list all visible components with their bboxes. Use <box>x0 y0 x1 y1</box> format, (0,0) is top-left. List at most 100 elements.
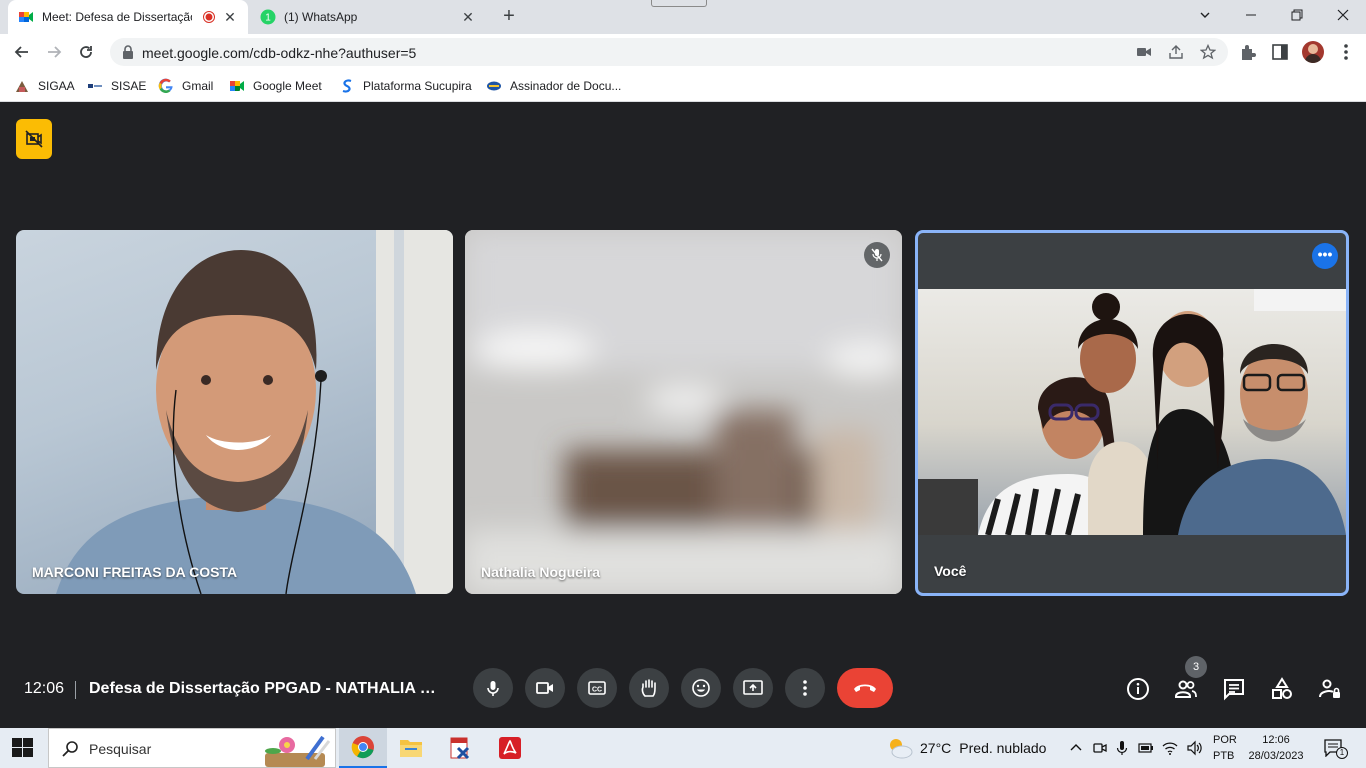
search-icon <box>62 741 78 757</box>
self-participant-tile[interactable]: ••• Você <box>915 230 1349 596</box>
back-button[interactable] <box>10 40 34 64</box>
extensions-puzzle-icon[interactable] <box>1238 42 1258 62</box>
activities-button[interactable] <box>1269 676 1295 702</box>
raise-hand-button[interactable] <box>629 668 669 708</box>
meeting-details-button[interactable] <box>1125 676 1151 702</box>
new-tab-button[interactable]: + <box>498 6 520 28</box>
leave-call-button[interactable] <box>837 668 893 708</box>
minimize-button[interactable] <box>1239 5 1263 27</box>
wifi-icon[interactable] <box>1162 740 1178 756</box>
meeting-clock: 12:06 <box>24 680 65 697</box>
divider <box>75 681 76 699</box>
recording-indicator[interactable] <box>16 119 52 159</box>
search-placeholder: Pesquisar <box>89 741 152 757</box>
emoji-reactions-button[interactable] <box>681 668 721 708</box>
side-panel-icon[interactable] <box>1270 42 1290 62</box>
present-screen-button[interactable] <box>733 668 773 708</box>
participants-count-badge: 3 <box>1185 656 1207 678</box>
weather-widget[interactable]: 27°C Pred. nublado <box>886 736 1046 760</box>
share-icon[interactable] <box>1168 44 1184 60</box>
google-meet-icon <box>230 81 244 91</box>
video-camera-icon <box>536 682 553 694</box>
reload-icon <box>80 46 92 58</box>
microphone-button[interactable] <box>473 668 513 708</box>
chevron-up-icon[interactable] <box>1068 740 1084 756</box>
bookmark-assinador[interactable]: Assinador de Docu... <box>486 76 621 96</box>
microphone-tray-icon[interactable] <box>1114 740 1130 756</box>
language-code: POR <box>1213 734 1237 746</box>
camera-in-use-icon[interactable] <box>1136 44 1152 60</box>
tab-meet[interactable]: Meet: Defesa de Dissertação ✕ <box>8 0 248 34</box>
forward-button[interactable] <box>42 40 66 64</box>
raise-hand-icon <box>641 679 656 697</box>
profile-avatar[interactable] <box>1302 41 1324 63</box>
chat-button[interactable] <box>1221 676 1247 702</box>
meet-call-area: MARCONI FREITAS DA COSTA Nathalia Noguei… <box>0 103 1366 728</box>
meeting-title[interactable]: Defesa de Dissertação PPGAD - NATHALIA N… <box>89 680 441 698</box>
reload-button[interactable] <box>74 40 98 64</box>
camera-button[interactable] <box>525 668 565 708</box>
battery-icon[interactable] <box>1138 740 1154 756</box>
notifications-button[interactable]: 1 <box>1324 739 1348 759</box>
people-button[interactable] <box>1173 676 1199 702</box>
input-language-indicator[interactable]: POR PTB <box>1213 732 1237 764</box>
speaker-volume-icon[interactable] <box>1186 740 1202 756</box>
participant-video-blurred <box>465 230 902 594</box>
present-screen-icon <box>743 680 763 695</box>
host-controls-button[interactable] <box>1317 676 1343 702</box>
taskbar-acrobat[interactable] <box>486 728 534 768</box>
participant-tile[interactable]: MARCONI FREITAS DA COSTA <box>16 230 453 594</box>
bookmark-sigaa[interactable]: SIGAA <box>14 76 75 96</box>
bookmark-label: SIGAA <box>38 79 75 93</box>
recording-off-icon <box>25 130 43 148</box>
participant-name: MARCONI FREITAS DA COSTA <box>32 564 238 580</box>
restore-button[interactable] <box>1285 5 1309 27</box>
address-bar[interactable]: meet.google.com/cdb-odkz-nhe?authuser=5 <box>110 38 1228 66</box>
sisae-icon <box>88 84 102 88</box>
system-clock[interactable]: 12:06 28/03/2023 <box>1246 732 1306 764</box>
weather-description: Pred. nublado <box>959 740 1047 756</box>
participant-video <box>56 230 453 594</box>
close-tab-icon[interactable]: ✕ <box>460 9 476 25</box>
pdf-tools-icon <box>450 737 470 760</box>
tab-whatsapp[interactable]: 1 (1) WhatsApp ✕ <box>250 0 486 34</box>
browser-toolbar: meet.google.com/cdb-odkz-nhe?authuser=5 <box>0 34 1366 70</box>
lock-icon[interactable] <box>120 44 136 60</box>
windows-start-icon[interactable] <box>12 738 34 758</box>
recording-dot-icon <box>203 11 215 23</box>
participant-name: Nathalia Nogueira <box>481 564 601 580</box>
activities-shapes-icon <box>1272 677 1292 699</box>
tab-search-handle[interactable] <box>651 0 707 7</box>
smiley-icon <box>692 679 710 697</box>
bookmark-label: Gmail <box>182 79 214 93</box>
assinador-icon <box>487 81 501 91</box>
taskbar-file-explorer[interactable] <box>387 728 435 768</box>
participant-tile[interactable]: Nathalia Nogueira <box>465 230 902 594</box>
google-meet-icon <box>19 12 33 22</box>
tile-more-options-button[interactable]: ••• <box>1312 243 1338 269</box>
browser-menu-icon[interactable] <box>1336 42 1356 62</box>
bookmark-label: SISAE <box>111 79 147 93</box>
bookmark-sisae[interactable]: SISAE <box>87 76 146 96</box>
captions-button[interactable]: CC <box>577 668 617 708</box>
chrome-icon <box>351 736 374 759</box>
microphone-icon <box>487 681 499 696</box>
sucupira-icon <box>342 79 352 93</box>
taskbar-chrome[interactable] <box>339 728 387 768</box>
close-window-button[interactable] <box>1331 5 1355 27</box>
mic-off-indicator <box>864 242 890 268</box>
bookmark-star-icon[interactable] <box>1200 44 1216 60</box>
camera-tray-icon[interactable] <box>1092 740 1108 756</box>
taskbar-pdf-tool[interactable] <box>436 728 484 768</box>
bookmark-gmail[interactable]: Gmail <box>158 76 213 96</box>
bookmark-plataforma-sucupira[interactable]: Plataforma Sucupira <box>339 76 472 96</box>
taskbar-search-box[interactable]: Pesquisar <box>48 728 336 768</box>
bookmark-label: Plataforma Sucupira <box>363 79 472 93</box>
folder-icon <box>400 740 422 757</box>
url-text[interactable]: meet.google.com/cdb-odkz-nhe?authuser=5 <box>142 45 416 61</box>
tab-search-chevron-icon[interactable] <box>1193 5 1217 27</box>
mic-off-icon <box>871 248 883 262</box>
more-options-button[interactable] <box>785 668 825 708</box>
close-tab-icon[interactable]: ✕ <box>222 9 238 25</box>
bookmark-google-meet[interactable]: Google Meet <box>229 76 322 96</box>
